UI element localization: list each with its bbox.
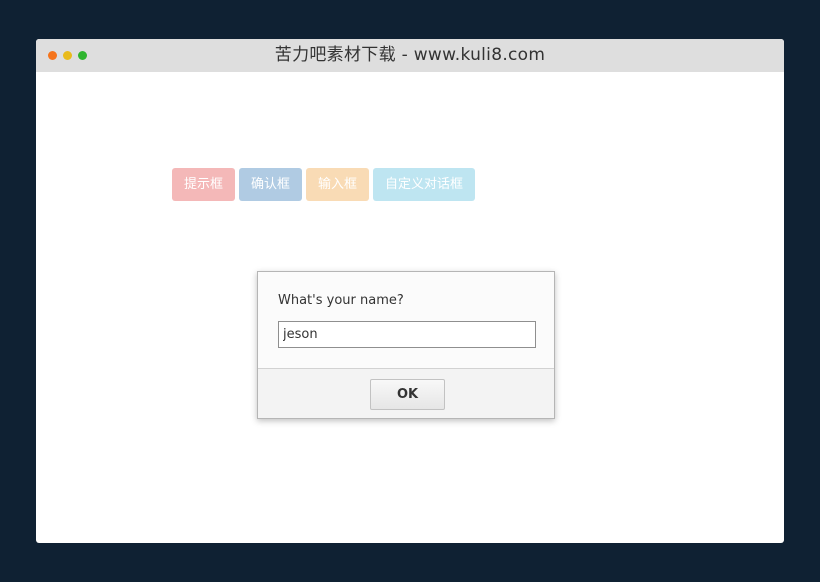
- dialog-message: What's your name?: [278, 293, 404, 308]
- name-input[interactable]: [278, 321, 536, 348]
- window-titlebar: 苦力吧素材下载 - www.kuli8.com: [36, 39, 784, 72]
- ok-button[interactable]: OK: [370, 379, 445, 410]
- confirm-demo-button[interactable]: 确认框: [239, 168, 303, 201]
- prompt-dialog: What's your name? OK: [257, 271, 555, 419]
- prompt-demo-button[interactable]: 输入框: [306, 168, 370, 201]
- demo-button-row: 提示框 确认框 输入框 自定义对话框: [172, 168, 476, 201]
- alert-demo-button[interactable]: 提示框: [172, 168, 236, 201]
- dialog-footer: OK: [258, 368, 554, 418]
- window-title: 苦力吧素材下载 - www.kuli8.com: [274, 45, 546, 65]
- browser-window: 苦力吧素材下载 - www.kuli8.com 提示框 确认框 输入框 自定义对…: [36, 39, 784, 543]
- custom-dialog-demo-button[interactable]: 自定义对话框: [373, 168, 476, 201]
